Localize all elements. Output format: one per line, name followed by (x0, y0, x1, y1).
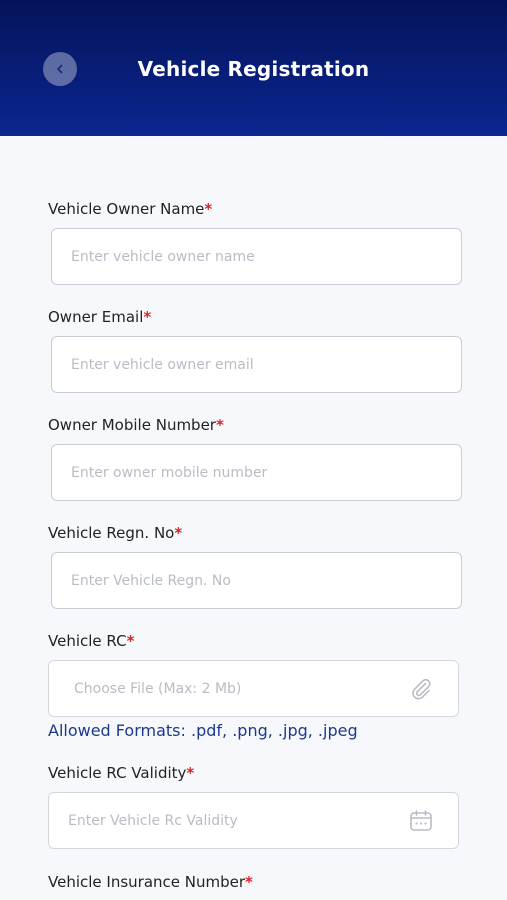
owner-email-input[interactable] (52, 337, 461, 392)
owner-name-input[interactable] (52, 229, 461, 284)
paperclip-icon[interactable] (408, 676, 434, 702)
required-mark: * (245, 873, 253, 891)
rc-label: Vehicle RC* (48, 632, 134, 650)
owner-name-field[interactable] (51, 228, 462, 285)
required-mark: * (174, 524, 183, 542)
calendar-icon[interactable] (408, 808, 434, 834)
owner-email-label: Owner Email* (48, 308, 151, 326)
rc-label-text: Vehicle RC (48, 632, 127, 650)
owner-email-field[interactable] (51, 336, 462, 393)
owner-name-label-text: Vehicle Owner Name (48, 200, 205, 218)
rc-validity-label-text: Vehicle RC Validity (48, 764, 187, 782)
required-mark: * (215, 416, 224, 434)
rc-validity-input[interactable] (49, 793, 458, 848)
owner-mobile-input[interactable] (52, 445, 461, 500)
required-mark: * (204, 200, 213, 218)
rc-validity-label: Vehicle RC Validity* (48, 764, 194, 782)
regn-no-label-text: Vehicle Regn. No (48, 524, 175, 542)
page-title: Vehicle Registration (137, 57, 370, 81)
regn-no-field[interactable] (51, 552, 462, 609)
rc-file-picker[interactable] (48, 660, 459, 717)
owner-mobile-field[interactable] (51, 444, 462, 501)
owner-mobile-label-text: Owner Mobile Number (48, 416, 216, 434)
owner-mobile-label: Owner Mobile Number* (48, 416, 224, 434)
rc-validity-field[interactable] (48, 792, 459, 849)
regn-no-label: Vehicle Regn. No* (48, 524, 182, 542)
required-mark: * (143, 308, 152, 326)
insurance-number-label-text: Vehicle Insurance Number (48, 873, 246, 891)
regn-no-input[interactable] (52, 553, 461, 608)
allowed-formats-note: Allowed Formats: .pdf, .png, .jpg, .jpeg (48, 721, 358, 740)
owner-email-label-text: Owner Email (48, 308, 144, 326)
app-header: Vehicle Registration (0, 0, 507, 136)
required-mark: * (126, 632, 135, 650)
owner-name-label: Vehicle Owner Name* (48, 200, 212, 218)
insurance-number-label: Vehicle Insurance Number* (48, 873, 253, 891)
required-mark: * (186, 764, 195, 782)
rc-file-input[interactable] (49, 661, 458, 716)
